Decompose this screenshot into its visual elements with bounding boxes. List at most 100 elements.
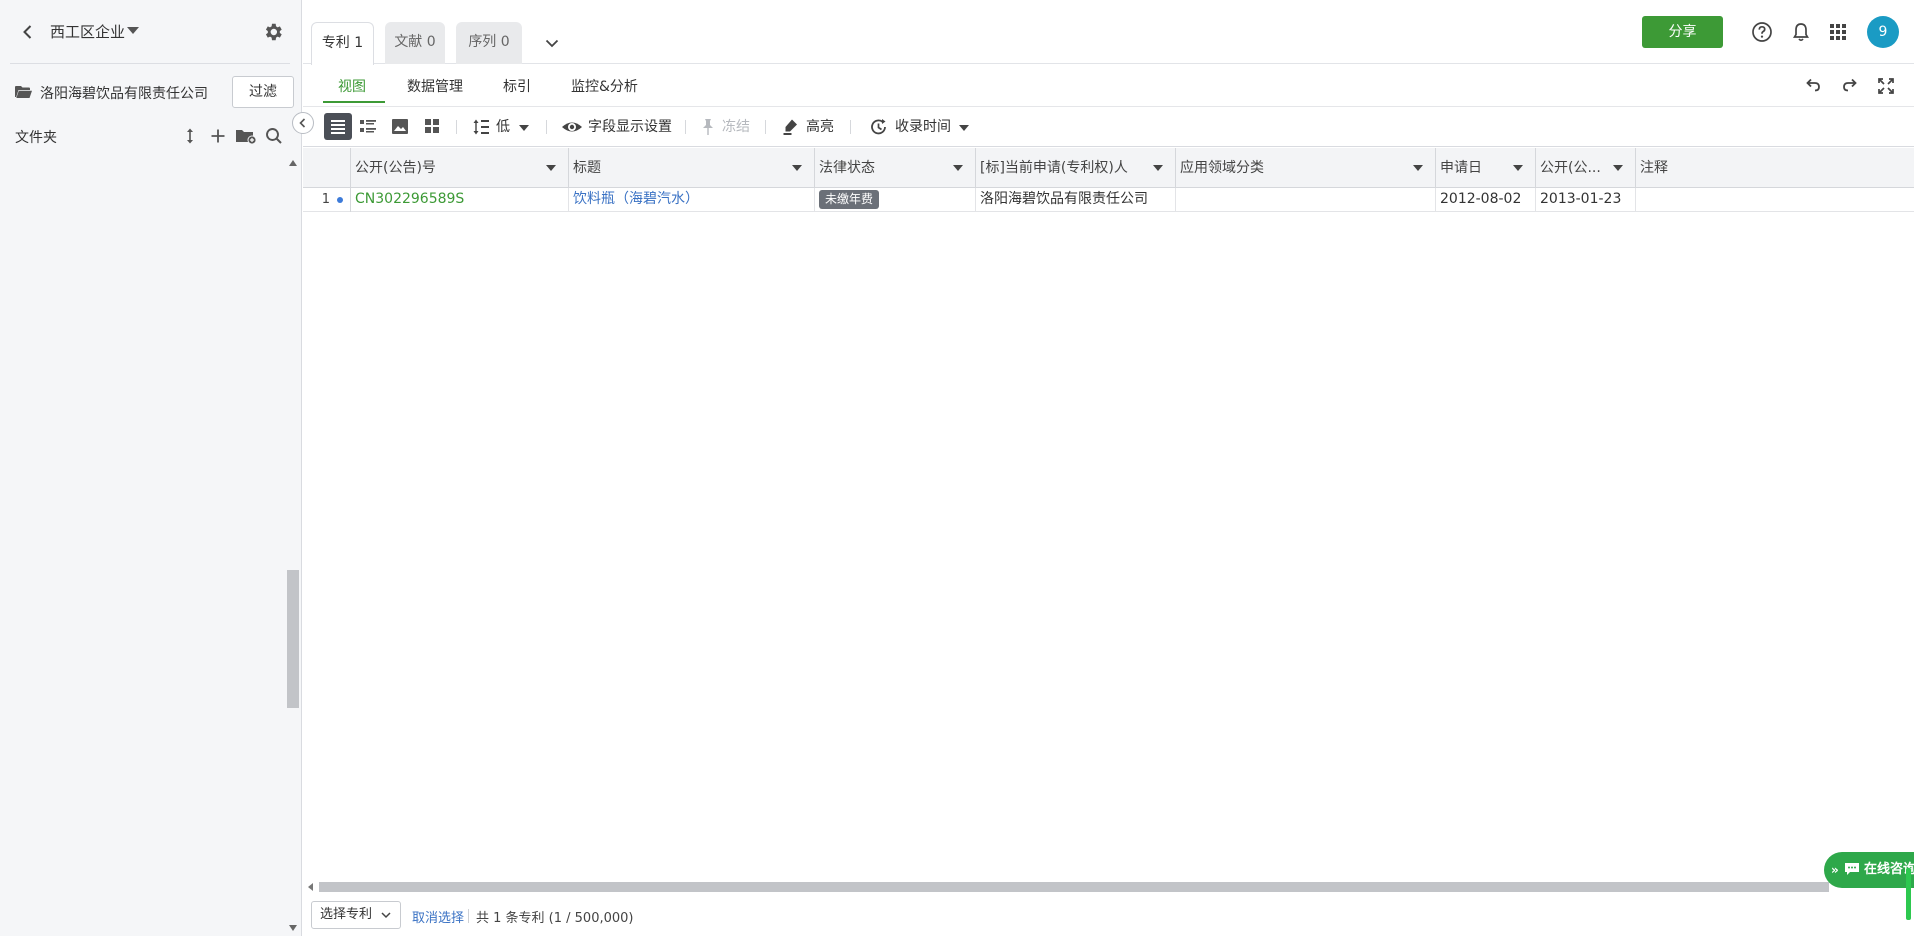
detail-list-view-icon[interactable] [354,113,382,140]
tab-literature[interactable]: 文献 0 [385,22,445,64]
back-arrow-icon[interactable] [18,22,38,42]
column-header-label: 法律状态 [819,160,875,176]
column-menu-icon[interactable] [792,165,802,171]
pin-icon [698,117,718,137]
scroll-down-icon[interactable] [289,925,297,931]
field-classification-cell [1176,188,1436,212]
redo-icon[interactable] [1840,76,1860,96]
undo-icon[interactable] [1803,76,1823,96]
column-header-label: 申请日 [1440,160,1482,176]
expand-collapse-icon[interactable] [180,126,200,146]
freeze-button[interactable]: 冻结 [698,115,754,139]
column-header-label: 公开(公告)号 [355,160,436,176]
share-button[interactable]: 分享 [1642,16,1723,48]
field-display-settings-button[interactable]: 字段显示设置 [561,115,679,139]
sort-label: 收录时间 [895,119,951,135]
column-menu-icon[interactable] [1153,165,1163,171]
add-icon[interactable] [208,126,228,146]
add-folder-icon[interactable] [235,126,257,146]
status-indicator-bar [1906,868,1911,920]
table-header: 公开(公告)号 标题 法律状态 [标]当前申请(专利权)人 应用领域分类 申请日… [303,148,1914,188]
scroll-up-icon[interactable] [289,160,297,166]
scroll-thumb[interactable] [319,882,1829,892]
subtab-data-management[interactable]: 数据管理 [407,76,463,96]
image-view-icon[interactable] [386,113,414,140]
filter-button[interactable]: 过滤 [232,76,294,108]
view-toolbar: 低 字段显示设置 冻结 高亮 收录时间 [303,107,1914,147]
select-patents-label: 选择专利 [320,907,373,922]
row-index: 1 [321,192,330,207]
collapse-sidebar-button[interactable] [292,112,314,134]
column-menu-icon[interactable] [546,165,556,171]
legal-status-badge: 未缴年费 [819,190,880,209]
column-menu-icon[interactable] [1413,165,1423,171]
column-header[interactable]: 标题 [569,148,815,188]
table-row[interactable]: 1 CN302296589S 饮料瓶（海碧汽水） 未缴年费 洛阳海碧饮品有限责任… [303,188,1914,212]
subtab-indexing[interactable]: 标引 [503,76,531,96]
sort-dropdown[interactable]: 收录时间 [869,115,971,139]
note-cell[interactable] [1636,188,1914,212]
tab-patents[interactable]: 专利 1 [311,22,374,65]
caret-down-icon [959,125,969,131]
fullscreen-icon[interactable] [1876,76,1896,96]
column-header-label: 公开(公... [1540,160,1601,176]
column-header-label: 标题 [573,160,601,176]
row-density-dropdown[interactable]: 低 [471,115,533,139]
scroll-left-icon[interactable] [308,883,313,891]
chat-bubble-icon [1844,862,1860,876]
sidebar-header: 西工区企业 [0,0,302,64]
grid-view-icon[interactable] [418,113,446,140]
workspace-title[interactable]: 西工区企业 [50,21,125,42]
footer-bar: 选择专利 取消选择 共 1 条专利 (1 / 500,000) [303,895,1914,936]
horizontal-scrollbar[interactable] [303,878,1914,894]
gear-icon[interactable] [262,21,284,43]
column-menu-icon[interactable] [1513,165,1523,171]
cancel-selection-link[interactable]: 取消选择 [412,907,464,926]
column-header[interactable]: 注释 [1636,148,1914,188]
sub-tabs: 视图 数据管理 标引 监控&分析 [303,64,1914,107]
column-header-label: 注释 [1640,160,1668,176]
subtab-monitoring-analysis[interactable]: 监控&分析 [571,76,638,96]
column-header-label: [标]当前申请(专利权)人 [980,160,1128,176]
column-menu-icon[interactable] [1613,165,1623,171]
company-folder-row[interactable]: 洛阳海碧饮品有限责任公司 过滤 [0,76,302,110]
chevron-down-icon [380,909,392,921]
help-icon[interactable] [1751,21,1773,43]
apps-grid-icon[interactable] [1827,21,1849,43]
select-patents-dropdown[interactable]: 选择专利 [311,901,401,929]
column-header[interactable]: [标]当前申请(专利权)人 [976,148,1176,188]
column-menu-icon[interactable] [953,165,963,171]
list-view-icon[interactable] [324,113,352,140]
publication-number-link[interactable]: CN302296589S [351,188,569,212]
separator [456,120,457,134]
company-folder-label: 洛阳海碧饮品有限责任公司 [40,86,208,102]
separator [765,120,766,134]
separator [468,909,469,923]
column-header[interactable]: 申请日 [1436,148,1536,188]
column-header[interactable]: 应用领域分类 [1176,148,1436,188]
scroll-thumb[interactable] [287,570,299,708]
patent-title-link[interactable]: 饮料瓶（海碧汽水） [569,188,815,212]
freeze-label: 冻结 [722,119,750,135]
chevron-down-icon[interactable] [543,34,561,52]
tab-sequences[interactable]: 序列 0 [456,22,522,64]
highlight-button[interactable]: 高亮 [781,115,841,139]
row-number: 1 [303,188,351,212]
bell-icon[interactable] [1790,21,1812,43]
applicant-cell: 洛阳海碧饮品有限责任公司 [976,188,1176,212]
sidebar-scrollbar[interactable] [286,155,300,936]
folders-label: 文件夹 [15,130,57,146]
avatar[interactable]: 9 [1867,16,1899,48]
sidebar: 西工区企业 洛阳海碧饮品有限责任公司 过滤 文件夹 [0,0,302,936]
subtab-view[interactable]: 视图 [338,76,366,96]
online-consult-button[interactable]: » 在线咨询 [1824,852,1914,888]
column-header[interactable]: 公开(公告)号 [351,148,569,188]
separator [850,120,851,134]
workspace-dropdown-icon[interactable] [127,27,139,34]
column-header[interactable]: 公开(公... [1536,148,1636,188]
unread-dot-icon [337,197,343,203]
search-icon[interactable] [264,126,284,146]
patent-table: 公开(公告)号 标题 法律状态 [标]当前申请(专利权)人 应用领域分类 申请日… [303,148,1914,878]
separator [685,120,686,134]
column-header[interactable]: 法律状态 [815,148,976,188]
